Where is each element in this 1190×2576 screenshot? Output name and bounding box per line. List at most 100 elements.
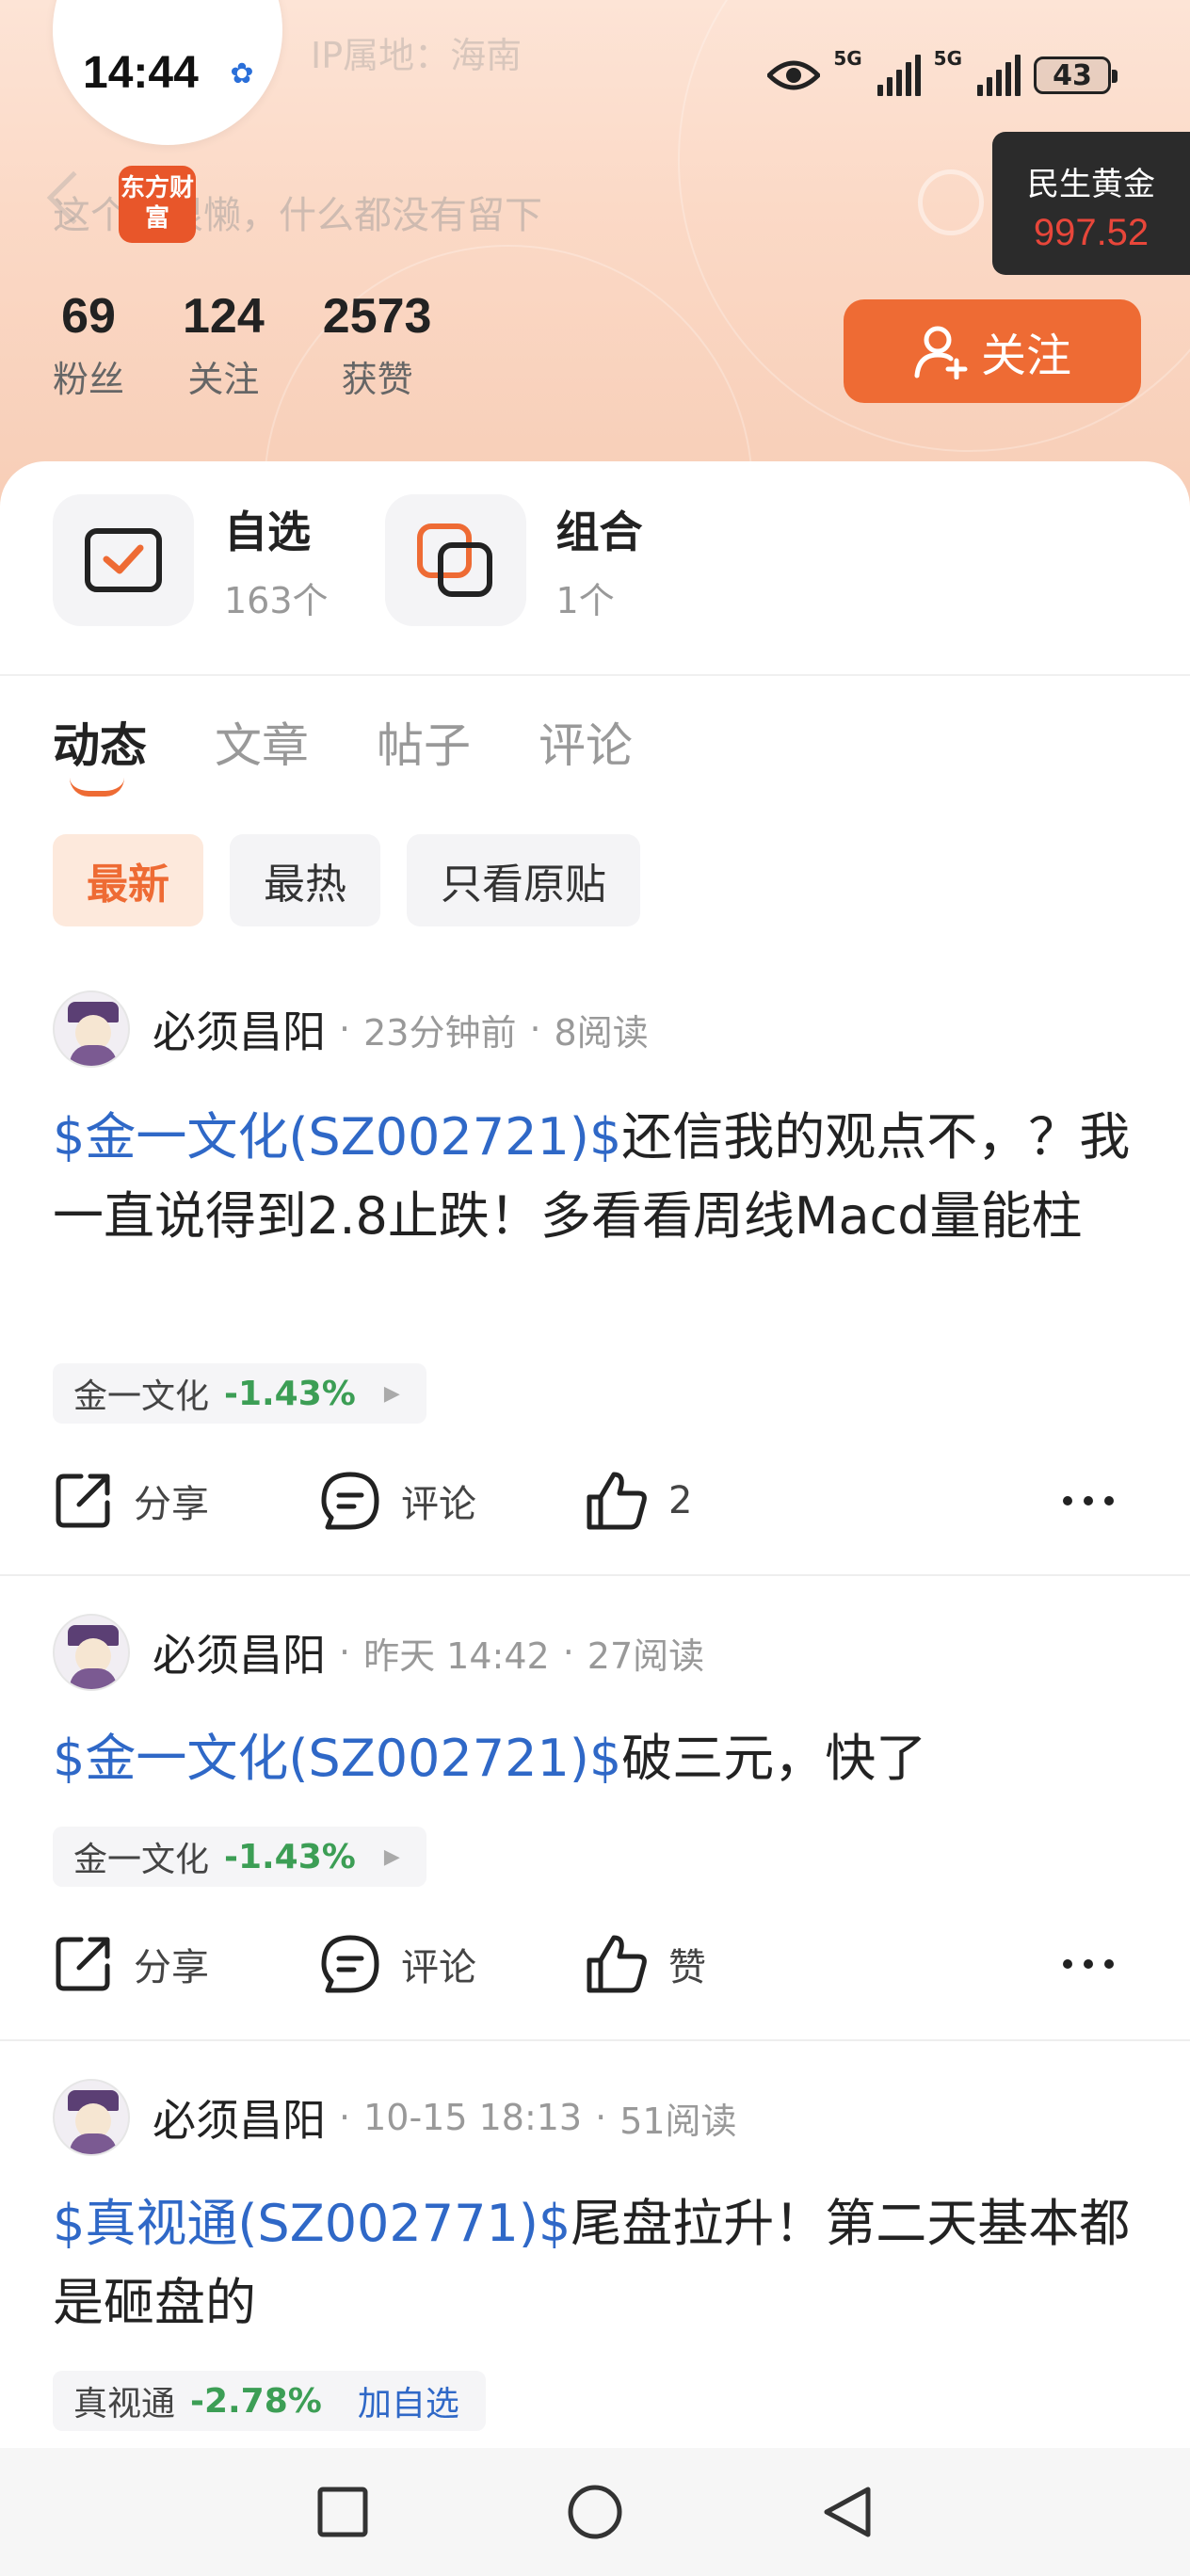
share-icon [56, 1937, 110, 1991]
recents-square-icon[interactable] [316, 2486, 369, 2538]
author-avatar[interactable] [53, 990, 130, 1068]
tag-stock-name: 金一文化 [73, 1841, 210, 1879]
signal-icon-2 [977, 55, 1021, 96]
battery-icon: 43 [1034, 56, 1118, 94]
post-body[interactable]: $真视通(SZ002771)$尾盘拉升！第二天基本都是砸盘的 [53, 2184, 1145, 2343]
ticker-name: 民生黄金 [1027, 166, 1155, 203]
post-reads: 8阅读 [554, 1011, 649, 1054]
search-icon[interactable] [918, 169, 984, 235]
stat-label: 关注 [187, 359, 260, 400]
post-header: 必须昌阳 · 10-15 18:13 · 51阅读 [53, 2079, 737, 2156]
like-count: 2 [668, 1479, 693, 1522]
stat-value: 124 [183, 289, 265, 344]
ip-location: IP属地：海南 [311, 35, 523, 76]
tab-activity[interactable]: 动态 [53, 708, 147, 797]
watchlist-title: 自选 [224, 506, 311, 557]
add-user-icon [914, 326, 968, 379]
ticker-price: 997.52 [1033, 212, 1150, 253]
portfolio-title: 组合 [555, 506, 643, 557]
post-header: 必须昌阳 · 23分钟前 · 8阅读 [53, 990, 649, 1068]
thumbs-up-icon [587, 1472, 647, 1530]
more-button[interactable] [1062, 1958, 1135, 1970]
profile-stats: 69 粉丝 124 关注 2573 获赞 [53, 288, 490, 402]
stat-following[interactable]: 124 关注 [183, 288, 265, 402]
comment-label: 评论 [401, 1946, 476, 1989]
stock-link[interactable]: $金一文化(SZ002721)$ [53, 1107, 621, 1167]
stock-tag[interactable]: 金一文化 -1.43% ▶ [53, 1363, 426, 1424]
network-label-1: 5G [833, 47, 862, 70]
stock-tag[interactable]: 真视通 -2.78% 加自选 [53, 2371, 486, 2431]
portfolio-icon [384, 494, 526, 626]
stock-link[interactable]: $真视通(SZ002771)$ [53, 2194, 571, 2253]
post-divider [0, 1574, 1190, 1576]
back-triangle-icon[interactable] [821, 2484, 874, 2540]
more-icon [1063, 1496, 1114, 1505]
watchlist-icon [53, 494, 194, 626]
content-tabs: 动态 文章 帖子 评论 [53, 708, 700, 797]
network-label-2: 5G [933, 47, 962, 70]
watchlist-link[interactable]: 自选 163个 [53, 494, 329, 626]
signal-icon [876, 55, 921, 96]
tab-posts[interactable]: 帖子 [377, 708, 471, 776]
post-divider [0, 2039, 1190, 2041]
home-circle-icon[interactable] [567, 2484, 623, 2540]
tag-stock-name: 金一文化 [73, 1377, 210, 1416]
eye-icon [767, 60, 821, 90]
author-name[interactable]: 必须昌阳 [153, 2086, 326, 2149]
thumbs-up-icon [587, 1935, 647, 1993]
comment-button[interactable]: 评论 [320, 1471, 586, 1531]
portfolio-link[interactable]: 组合 1个 [384, 494, 643, 626]
stat-fans[interactable]: 69 粉丝 [53, 288, 124, 402]
comment-icon [321, 1472, 379, 1530]
post-reads: 27阅读 [587, 1634, 705, 1677]
system-nav-bar [0, 2448, 1190, 2576]
share-icon [56, 1473, 110, 1528]
share-button[interactable]: 分享 [53, 1934, 320, 1994]
stat-value: 69 [61, 289, 116, 344]
comment-icon [321, 1935, 379, 1993]
more-button[interactable] [1062, 1495, 1135, 1506]
post-body[interactable]: $金一文化(SZ002721)$还信我的观点不，？我一直说得到2.8止跌！多看看… [53, 1098, 1145, 1256]
tab-articles[interactable]: 文章 [215, 708, 309, 776]
post-text: 破三元，快了 [621, 1729, 927, 1788]
stat-likes[interactable]: 2573 获赞 [323, 288, 432, 402]
stat-label: 获赞 [341, 359, 413, 400]
comment-label: 评论 [401, 1483, 476, 1526]
quick-links: 自选 163个 组合 1个 [53, 494, 700, 626]
post-actions: 分享 评论 赞 [53, 1934, 1135, 1994]
like-button[interactable]: 2 [586, 1471, 1037, 1531]
comment-button[interactable]: 评论 [320, 1934, 586, 1994]
follow-button[interactable]: 关注 [844, 299, 1141, 403]
share-label: 分享 [134, 1483, 209, 1526]
add-to-watchlist-link[interactable]: 加自选 [358, 2376, 459, 2425]
author-name[interactable]: 必须昌阳 [153, 998, 326, 1060]
post-time: 23分钟前 [363, 1011, 517, 1054]
portfolio-count: 1个 [555, 579, 615, 621]
gold-ticker[interactable]: 民生黄金 997.52 [992, 132, 1190, 275]
tag-change: -2.78% [190, 2381, 322, 2421]
tab-comments[interactable]: 评论 [539, 708, 633, 776]
author-name[interactable]: 必须昌阳 [153, 1621, 326, 1683]
stock-tag[interactable]: 金一文化 -1.43% ▶ [53, 1827, 426, 1887]
author-avatar[interactable] [53, 2079, 130, 2156]
share-button[interactable]: 分享 [53, 1471, 320, 1531]
play-arrow-icon: ▶ [383, 1381, 400, 1406]
tag-change: -1.43% [224, 1837, 356, 1876]
stat-label: 粉丝 [53, 359, 125, 400]
post-actions: 分享 评论 2 [53, 1471, 1135, 1531]
stock-link[interactable]: $金一文化(SZ002721)$ [53, 1729, 621, 1788]
battery-level: 43 [1053, 58, 1092, 92]
post-reads: 51阅读 [619, 2100, 737, 2142]
post-body[interactable]: $金一文化(SZ002721)$破三元，快了 [53, 1719, 1145, 1798]
like-button[interactable]: 赞 [586, 1934, 1037, 1994]
filter-hottest[interactable]: 最热 [230, 834, 380, 926]
baidu-paw-icon: ✿ [230, 57, 254, 90]
filter-latest[interactable]: 最新 [53, 834, 203, 926]
filter-original-only[interactable]: 只看原贴 [407, 834, 640, 926]
filter-chips: 最新 最热 只看原贴 [53, 834, 640, 926]
tag-change: -1.43% [224, 1374, 356, 1413]
post-time: 昨天 14:42 [363, 1634, 550, 1677]
share-label: 分享 [134, 1946, 209, 1989]
more-icon [1063, 1959, 1114, 1969]
author-avatar[interactable] [53, 1614, 130, 1691]
